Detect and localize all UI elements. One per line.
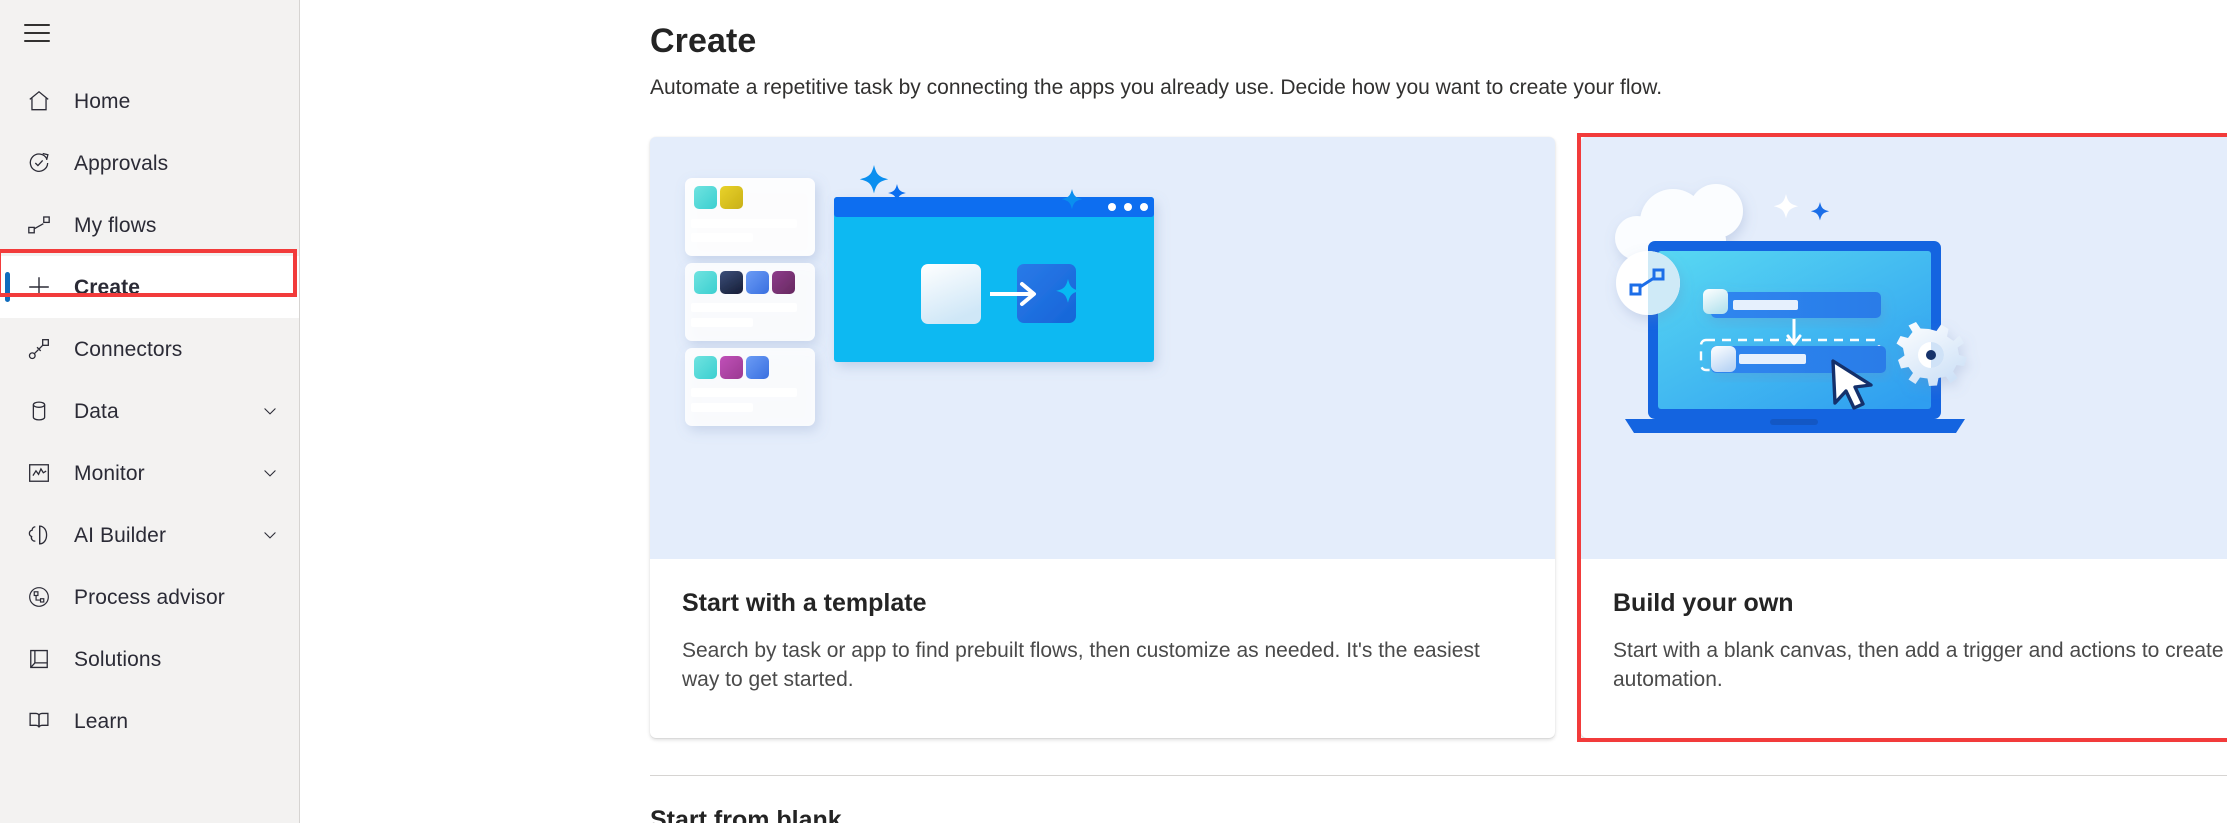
ai-builder-brain-icon bbox=[24, 520, 54, 550]
hamburger-menu-icon[interactable] bbox=[24, 24, 50, 42]
sidebar-nav-list: Home Approvals My flows Create Connector… bbox=[0, 66, 299, 752]
laptop-blank-canvas-illustration bbox=[1581, 137, 2227, 559]
database-icon bbox=[24, 396, 54, 426]
page-subtitle: Automate a repetitive task by connecting… bbox=[650, 76, 1663, 99]
card-description: Search by task or app to find prebuilt f… bbox=[682, 639, 1480, 691]
chevron-down-icon[interactable] bbox=[259, 400, 281, 422]
card-description: Start with a blank canvas, then add a tr… bbox=[1613, 639, 2227, 691]
sidebar-item-home[interactable]: Home bbox=[0, 70, 299, 132]
sidebar-item-label: Process advisor bbox=[74, 585, 225, 609]
main-content-area: Create Automate a repetitive task by con… bbox=[300, 0, 2227, 823]
sidebar-item-my-flows[interactable]: My flows bbox=[0, 194, 299, 256]
sidebar-item-label: Monitor bbox=[74, 461, 145, 485]
hamburger-menu-container bbox=[0, 0, 299, 66]
hamburger-bar-1 bbox=[24, 24, 50, 26]
sidebar-item-connectors[interactable]: Connectors bbox=[0, 318, 299, 380]
sidebar-item-learn[interactable]: Learn bbox=[0, 690, 299, 752]
page-title: Create bbox=[650, 22, 757, 60]
next-section-title-partial: Start from blank bbox=[650, 806, 842, 823]
learn-book-icon bbox=[24, 706, 54, 736]
sidebar-item-solutions[interactable]: Solutions bbox=[0, 628, 299, 690]
card-title: Build your own bbox=[1613, 589, 1794, 617]
chevron-down-icon[interactable] bbox=[259, 524, 281, 546]
section-divider bbox=[650, 775, 2227, 776]
sidebar-item-label: Solutions bbox=[74, 647, 162, 671]
template-gallery-illustration-svg bbox=[685, 165, 1154, 426]
home-icon bbox=[24, 86, 54, 116]
connectors-icon bbox=[24, 334, 54, 364]
card-start-with-a-template[interactable]: Start with a template Search by task or … bbox=[650, 137, 1555, 738]
card-text-container: Start with a template Search by task or … bbox=[650, 559, 1555, 695]
sidebar-item-label: Create bbox=[74, 275, 140, 299]
laptop-blank-canvas-illustration-svg bbox=[1615, 184, 1967, 433]
hamburger-bar-2 bbox=[24, 32, 50, 34]
process-advisor-icon bbox=[24, 582, 54, 612]
sidebar-item-approvals[interactable]: Approvals bbox=[0, 132, 299, 194]
sidebar-item-label: Data bbox=[74, 399, 119, 423]
sidebar-item-create[interactable]: Create bbox=[0, 256, 299, 318]
solutions-icon bbox=[24, 644, 54, 674]
card-text-container: Build your own Start with a blank canvas… bbox=[1581, 559, 2227, 695]
sidebar-item-label: Approvals bbox=[74, 151, 169, 175]
hamburger-bar-3 bbox=[24, 40, 50, 42]
sidebar-item-monitor[interactable]: Monitor bbox=[0, 442, 299, 504]
plus-icon bbox=[24, 272, 54, 302]
sidebar-item-label: Connectors bbox=[74, 337, 183, 361]
sidebar-item-label: My flows bbox=[74, 213, 157, 237]
sidebar-item-ai-builder[interactable]: AI Builder bbox=[0, 504, 299, 566]
card-title: Start with a template bbox=[682, 589, 927, 617]
sidebar-item-label: Learn bbox=[74, 709, 129, 733]
chevron-down-icon[interactable] bbox=[259, 462, 281, 484]
create-options-card-grid: Start with a template Search by task or … bbox=[650, 137, 2227, 738]
left-navigation-sidebar: Home Approvals My flows Create Connector… bbox=[0, 0, 300, 823]
approvals-icon bbox=[24, 148, 54, 178]
power-automate-create-page: Home Approvals My flows Create Connector… bbox=[0, 0, 2227, 823]
sidebar-item-process-advisor[interactable]: Process advisor bbox=[0, 566, 299, 628]
monitor-chart-icon bbox=[24, 458, 54, 488]
card-build-your-own[interactable]: Build your own Start with a blank canvas… bbox=[1581, 137, 2227, 738]
sidebar-item-label: AI Builder bbox=[74, 523, 167, 547]
sidebar-item-label: Home bbox=[74, 89, 131, 113]
template-gallery-illustration bbox=[650, 137, 1555, 559]
my-flows-icon bbox=[24, 210, 54, 240]
sidebar-item-data[interactable]: Data bbox=[0, 380, 299, 442]
